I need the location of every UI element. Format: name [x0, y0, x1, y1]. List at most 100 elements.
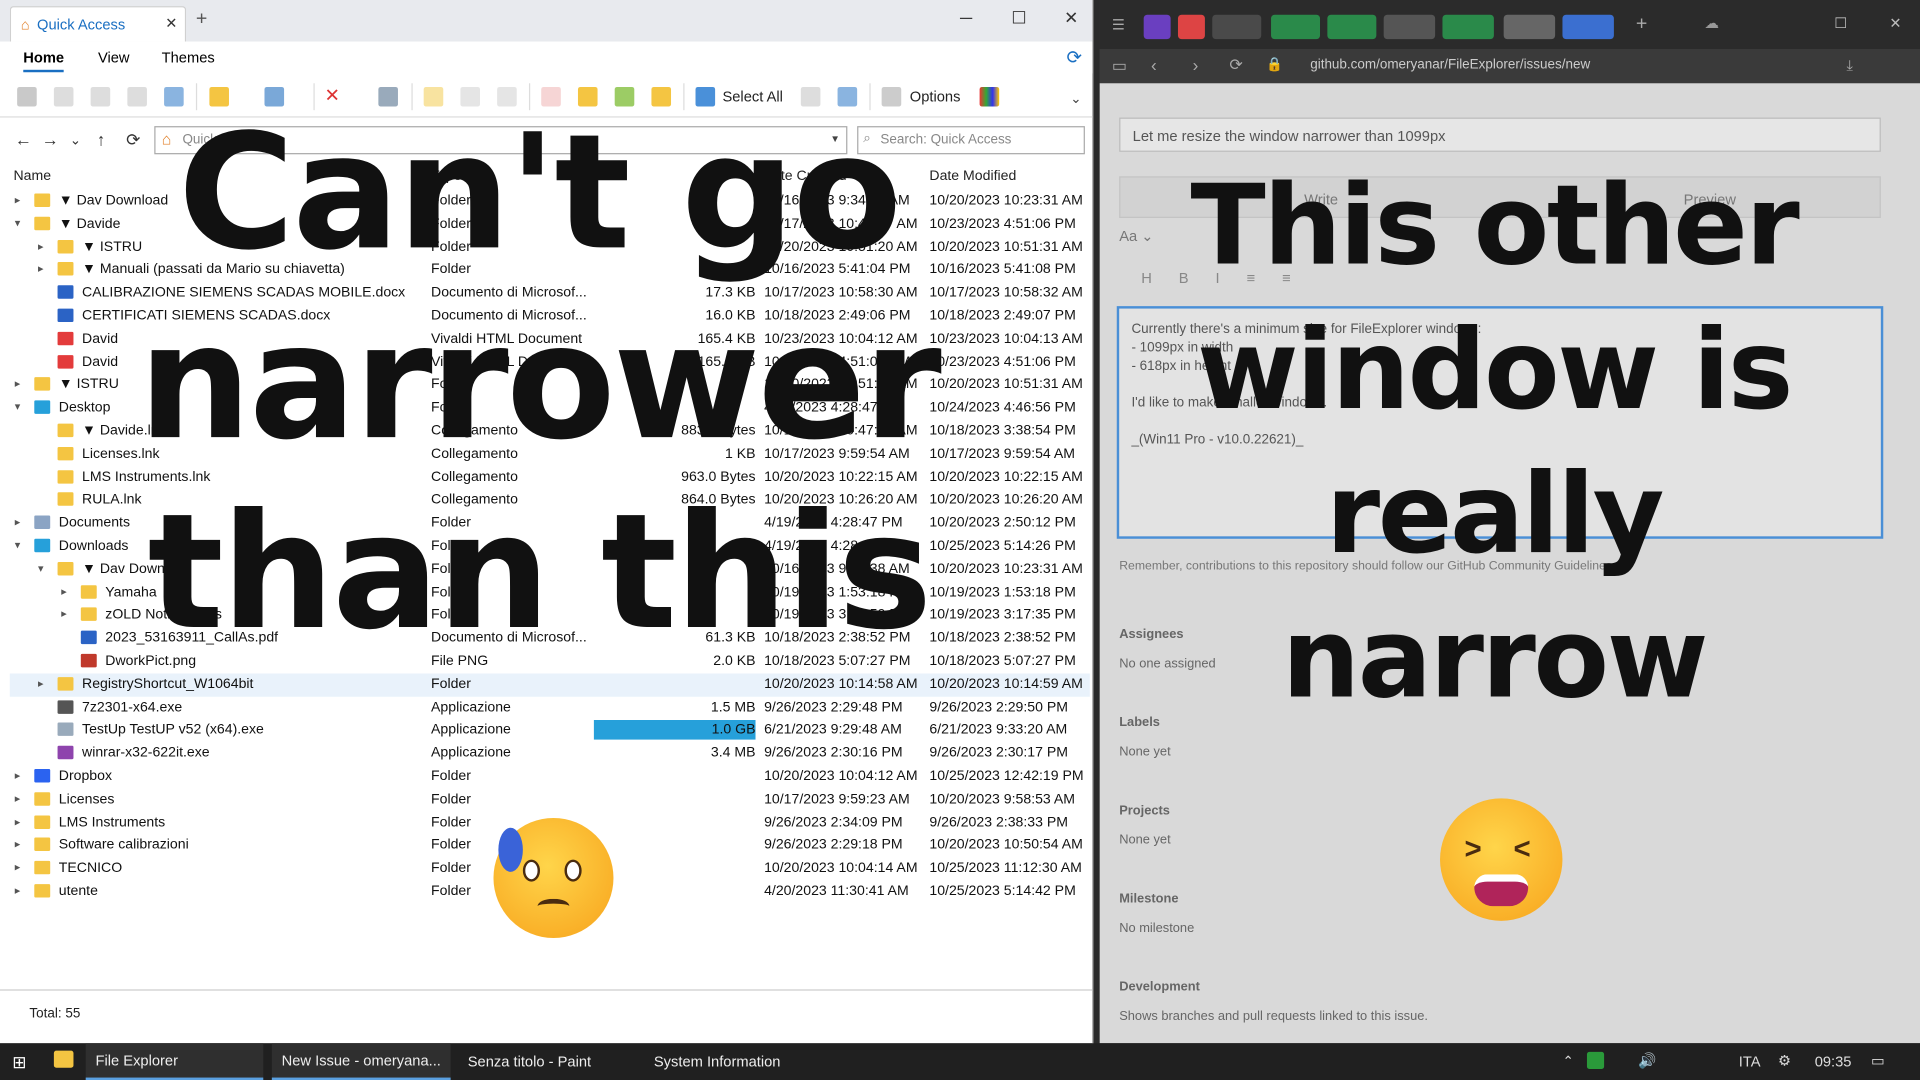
issue-title-input[interactable]: Let me resize the window narrower than 1… [1119, 117, 1881, 152]
forward-icon[interactable]: › [1193, 55, 1199, 75]
expand-chevron-icon[interactable]: ▾ [15, 216, 21, 229]
heading-icon[interactable]: Aa ⌄ [1119, 228, 1153, 245]
checklist-icon[interactable] [541, 86, 561, 107]
expand-chevron-icon[interactable]: ▸ [15, 378, 21, 391]
sidebar-heading[interactable]: Assignees [1119, 627, 1183, 642]
taskbar-item-system-info[interactable]: System Information [644, 1043, 823, 1080]
move-icon[interactable] [614, 86, 635, 107]
expand-chevron-icon[interactable]: ▾ [15, 539, 21, 552]
browser-tab[interactable] [1177, 14, 1205, 40]
paste-icon[interactable] [90, 86, 111, 107]
file-row[interactable]: ▸ RegistryShortcut_W1064bit Folder 10/20/20… [9, 673, 1090, 697]
chevron-down-icon[interactable]: ⌄ [1070, 91, 1081, 107]
column-type[interactable]: Type [431, 169, 462, 184]
back-icon[interactable]: ‹ [1151, 55, 1157, 75]
dropdown-icon[interactable]: ▼ [830, 133, 840, 144]
browser-tab[interactable] [1503, 14, 1556, 40]
delete-icon[interactable]: ✕ [324, 84, 344, 107]
file-row[interactable]: ▸ Documents Folder 4/19/2023 4:28:47 PM 10/2… [10, 512, 1090, 535]
file-row[interactable]: ▸ ▼ Manuali (passati da Mario su chiavett… [10, 259, 1090, 282]
new-tab-button[interactable]: + [196, 9, 207, 31]
column-size[interactable]: Size [595, 169, 622, 184]
expand-chevron-icon[interactable]: ▸ [15, 769, 21, 782]
back-icon[interactable]: ← [15, 130, 32, 150]
options-label[interactable]: Options [910, 88, 961, 105]
file-row[interactable]: ▸ Licenses Folder 10/17/2023 9:59:23 AM 10/2… [10, 788, 1090, 811]
file-row[interactable]: ▾ ▼ Davide Folder 10/17/2023 10:47:37 AM 10/… [10, 213, 1090, 236]
expand-chevron-icon[interactable]: ▸ [15, 516, 21, 529]
browser-tab-active[interactable] [1562, 14, 1614, 40]
browser-tab[interactable] [1143, 14, 1171, 40]
minimize-button[interactable]: ─ [960, 7, 972, 27]
file-row[interactable]: David Vivaldi HTML Document 165.4 KB 10/23/… [10, 328, 1090, 351]
file-row[interactable]: TestUp TestUP v52 (x64).exe Applicazione 1… [10, 719, 1090, 742]
tab-themes[interactable]: Themes [162, 49, 215, 66]
invert-selection-icon[interactable] [837, 86, 858, 107]
tab-quick-access[interactable]: ⌂ Quick Access ✕ [9, 6, 187, 42]
panel-icon[interactable]: ☰ [1112, 16, 1125, 33]
tab-view[interactable]: View [98, 49, 130, 66]
file-row[interactable]: DworkPict.png File PNG 2.0 KB 10/18/2023 5:… [10, 650, 1090, 673]
new-tab-icon[interactable]: + [1636, 13, 1647, 35]
file-row[interactable]: David Vivaldi HTML Document 165.6 KB 10/23/… [10, 351, 1090, 374]
file-row[interactable]: CALIBRAZIONE SIEMENS SCADAS MOBILE.docx D… [10, 282, 1090, 305]
file-row[interactable]: CERTIFICATI SIEMENS SCADAS.docx Documento… [10, 305, 1090, 328]
language-indicator[interactable]: ITA [1739, 1053, 1761, 1070]
file-explorer-pin-icon[interactable] [53, 1050, 74, 1068]
file-row[interactable]: ▸ ▼ Dav Download Folder 10/16/2023 9:34:38 … [10, 190, 1090, 213]
expand-chevron-icon[interactable]: ▸ [61, 585, 67, 598]
expand-chevron-icon[interactable]: ▸ [15, 861, 21, 874]
properties-icon[interactable] [378, 86, 398, 107]
history-chevron-icon[interactable]: ⌄ [70, 132, 81, 148]
sidebar-heading[interactable]: Development [1119, 980, 1200, 995]
file-row[interactable]: RULA.lnk Collegamento 864.0 Bytes 10/20/202… [10, 489, 1090, 512]
reload-icon[interactable]: ⟳ [1229, 55, 1242, 75]
copy-icon[interactable] [53, 86, 74, 107]
select-all-label[interactable]: Select All [722, 88, 782, 105]
file-row[interactable]: ▸ ▼ ISTRU Folder 10/20/2023 10:51:20 AM 10/2… [10, 374, 1090, 397]
sidebar-heading[interactable]: Projects [1119, 803, 1170, 818]
format-toolbar[interactable]: HBI≡≡ [1141, 269, 1317, 286]
file-row[interactable]: winrar-x32-622it.exe Applicazione 3.4 MB 9/… [10, 742, 1090, 765]
browser-tab[interactable] [1442, 14, 1494, 40]
file-row[interactable]: Licenses.lnk Collegamento 1 KB 10/17/2023 9… [10, 443, 1090, 466]
taskbar-item-paint[interactable]: Senza titolo - Paint [458, 1043, 637, 1080]
options-icon[interactable] [881, 86, 902, 107]
cut-icon[interactable] [127, 86, 147, 107]
expand-chevron-icon[interactable]: ▸ [38, 677, 44, 690]
notifications-icon[interactable]: ▭ [1871, 1052, 1885, 1069]
download-icon[interactable]: ⤓ [1847, 56, 1854, 74]
file-row[interactable]: 2023_53163911_CallAs.pdf Documento di Mic… [10, 627, 1090, 650]
tab-home[interactable]: Home [23, 49, 65, 73]
expand-chevron-icon[interactable]: ▸ [61, 608, 67, 621]
new-folder-icon[interactable] [209, 86, 229, 107]
url-text[interactable]: github.com/omeryanar/FileExplorer/issues… [1310, 58, 1590, 73]
maximize-icon[interactable]: ☐ [1834, 15, 1847, 32]
up-icon[interactable]: ↑ [97, 130, 106, 150]
expand-chevron-icon[interactable]: ▸ [15, 884, 21, 897]
expand-chevron-icon[interactable]: ▸ [15, 815, 21, 828]
tab-preview[interactable]: Preview [1684, 191, 1736, 208]
sidebar-toggle-icon[interactable]: ▭ [1112, 56, 1127, 76]
file-row[interactable]: ▸ zOLD Notifications Folder 10/19/2023 3:13… [10, 604, 1090, 627]
close-icon[interactable]: ✕ [1889, 15, 1901, 32]
issue-body-textarea[interactable]: Currently there's a minimum size for Fil… [1116, 306, 1884, 539]
edit-icon[interactable] [460, 86, 481, 107]
column-date-created[interactable]: Date Created [763, 169, 847, 184]
clock[interactable]: 09:35 [1815, 1053, 1852, 1070]
expand-chevron-icon[interactable]: ▸ [15, 193, 21, 206]
browser-tab[interactable] [1383, 14, 1436, 40]
file-row[interactable]: LMS Instruments.lnk Collegamento 963.0 Byt… [10, 466, 1090, 489]
sidebar-heading[interactable]: Milestone [1119, 891, 1178, 906]
chevron-up-icon[interactable]: ⌃ [1562, 1053, 1573, 1069]
expand-chevron-icon[interactable]: ▾ [15, 401, 21, 414]
column-date-modified[interactable]: Date Modified [929, 169, 1016, 184]
file-row[interactable]: ▾ Desktop Folder 4/19/2023 4:28:47 PM 10/24/… [10, 397, 1090, 420]
file-row[interactable]: ▾ Downloads Folder 4/19/2023 4:28:47 PM 10/2… [10, 535, 1090, 558]
mail-icon[interactable] [497, 86, 517, 107]
search-input[interactable]: ⌕ Search: Quick Access [857, 126, 1085, 155]
expand-chevron-icon[interactable]: ▾ [38, 562, 44, 575]
file-row[interactable]: ▸ Yamaha Folder 10/19/2023 1:53:18 PM 10/19/… [10, 581, 1090, 604]
expand-chevron-icon[interactable]: ▸ [38, 263, 44, 276]
select-all-icon[interactable] [695, 86, 716, 107]
